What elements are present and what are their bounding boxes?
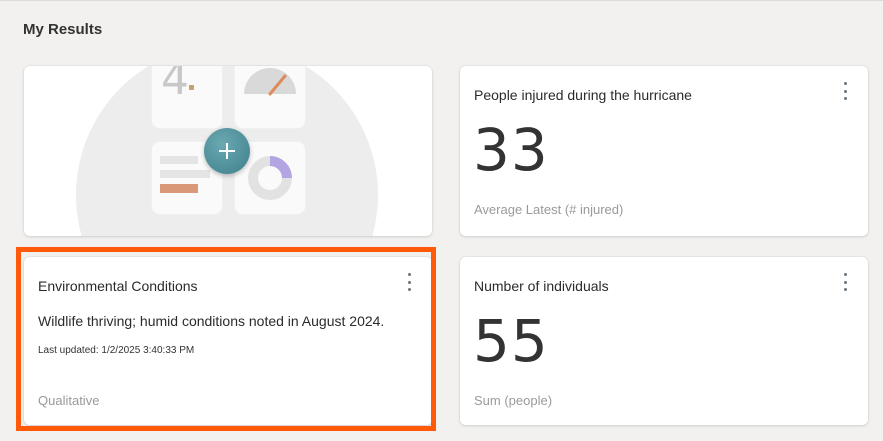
- gauge-icon: [244, 68, 296, 96]
- top-divider: [0, 0, 883, 1]
- number-tile-illustration: 4: [152, 66, 222, 128]
- card-title: People injured during the hurricane: [474, 87, 692, 103]
- card-title: Number of individuals: [474, 278, 609, 294]
- gauge-tile-illustration: [235, 66, 305, 128]
- metric-card-people-injured[interactable]: People injured during the hurricane 33 A…: [460, 66, 868, 236]
- metric-card-number-of-individuals[interactable]: Number of individuals 55 Sum (people): [460, 257, 868, 425]
- metric-caption: Sum (people): [474, 393, 553, 408]
- metric-value: 55: [473, 307, 549, 375]
- tile-dot: [189, 85, 194, 90]
- qualitative-text: Wildlife thriving; humid conditions note…: [38, 313, 385, 329]
- metric-value: 33: [473, 116, 549, 184]
- page-title: My Results: [23, 21, 103, 38]
- card-caption: Qualitative: [38, 393, 100, 408]
- qualitative-card-environmental-conditions[interactable]: Environmental Conditions Wildlife thrivi…: [24, 257, 432, 425]
- kebab-menu-icon[interactable]: [838, 82, 852, 100]
- add-result-card[interactable]: 4: [24, 66, 432, 236]
- last-updated-timestamp: Last updated: 1/2/2025 3:40:33 PM: [38, 345, 195, 356]
- metric-caption: Average Latest (# injured): [474, 202, 624, 217]
- kebab-menu-icon[interactable]: [402, 273, 416, 291]
- tile-number: 4: [161, 66, 189, 105]
- kebab-menu-icon[interactable]: [838, 273, 852, 291]
- plus-icon: [219, 143, 235, 159]
- card-title: Environmental Conditions: [38, 278, 198, 294]
- add-button[interactable]: [204, 128, 250, 174]
